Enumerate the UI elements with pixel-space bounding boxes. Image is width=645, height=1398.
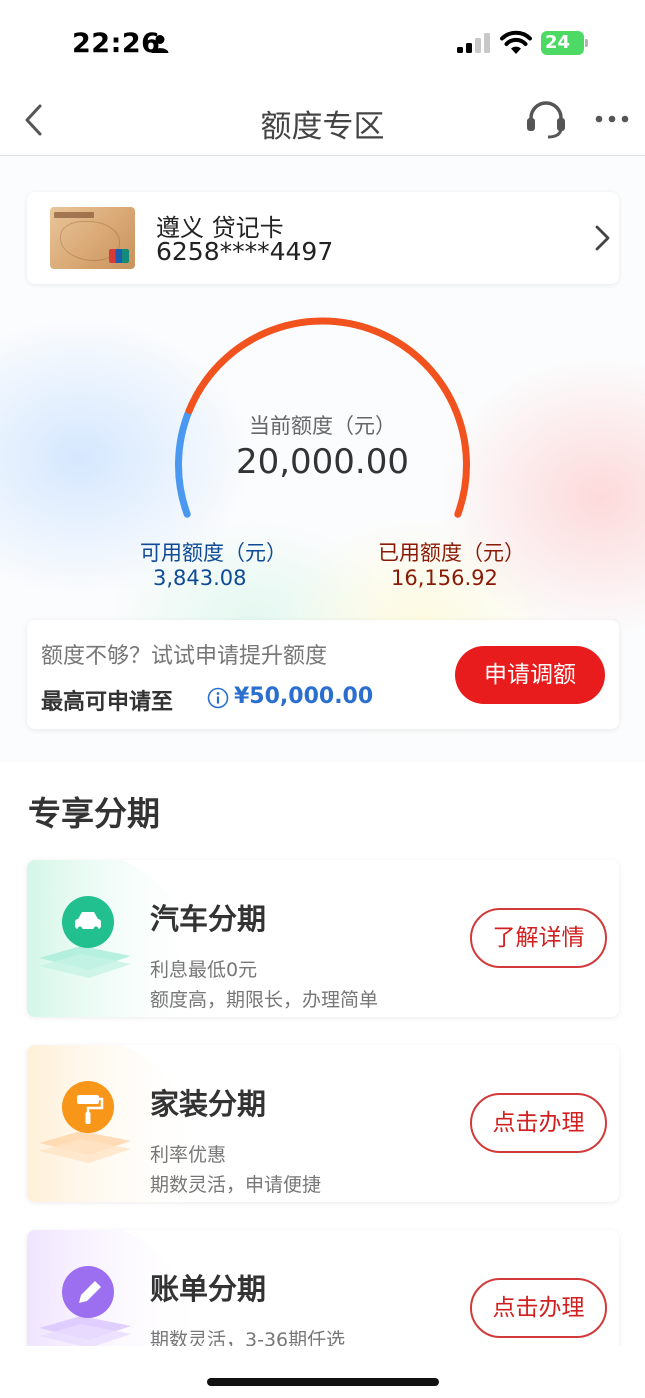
installment-desc-2: 额度高，期限长，办理简单 (150, 989, 379, 1011)
bottom-safe-area (0, 1346, 645, 1398)
section-title: 专享分期 (28, 794, 160, 833)
installment-title: 账单分期 (150, 1272, 267, 1306)
chevron-right-icon (595, 225, 610, 251)
max-apply-amount: ¥50,000.00 (234, 684, 374, 709)
used-limit-label: 已用额度（元） (378, 541, 525, 565)
more-options-icon[interactable] (594, 114, 630, 124)
installment-desc-1: 利息最低0元 (150, 959, 258, 981)
card-selector[interactable]: 遵义 贷记卡 6258****4497 (27, 192, 619, 284)
nav-bar: 额度专区 (0, 88, 645, 156)
unionpay-logo (109, 249, 129, 263)
max-apply-label: 最高可申请至 (41, 690, 174, 715)
customer-service-icon[interactable] (524, 98, 568, 142)
card-number: 6258****4497 (156, 237, 334, 266)
wifi-icon (500, 30, 532, 54)
used-limit-value: 16,156.92 (391, 566, 498, 590)
pencil-icon (39, 1266, 131, 1348)
available-limit-label: 可用额度（元） (140, 541, 287, 565)
apply-now-button[interactable]: 点击办理 (470, 1093, 607, 1153)
available-limit-value: 3,843.08 (153, 566, 247, 590)
learn-more-button[interactable]: 了解详情 (470, 908, 607, 968)
paint-roller-icon (39, 1081, 131, 1163)
person-icon (151, 35, 169, 53)
installment-card-car[interactable]: 汽车分期 利息最低0元 额度高，期限长，办理简单 了解详情 (27, 860, 619, 1017)
limit-increase-card: 额度不够？试试申请提升额度 最高可申请至 ¥50,000.00 申请调额 (27, 620, 619, 729)
installment-title: 家装分期 (150, 1087, 267, 1121)
apply-now-button[interactable]: 点击办理 (470, 1278, 607, 1338)
card-thumbnail (50, 207, 135, 269)
status-bar: 22:26 24 (0, 0, 645, 88)
home-indicator[interactable] (207, 1378, 439, 1386)
current-limit-value: 20,000.00 (235, 442, 410, 482)
status-time: 22:26 (72, 28, 161, 59)
cellular-signal-icon (457, 33, 490, 53)
installment-title: 汽车分期 (150, 902, 267, 936)
limit-hint-text: 额度不够？试试申请提升额度 (41, 644, 328, 669)
installment-card-home-decor[interactable]: 家装分期 利率优惠 期数灵活，申请便捷 点击办理 (27, 1045, 619, 1202)
installment-desc-1: 利率优惠 (150, 1144, 227, 1166)
info-icon[interactable] (207, 687, 229, 709)
car-icon (39, 896, 131, 978)
apply-adjust-limit-button[interactable]: 申请调额 (455, 646, 605, 704)
battery-level: 24 (545, 32, 571, 53)
current-limit-label: 当前额度（元） (249, 414, 396, 438)
battery-icon: 24 (541, 31, 589, 55)
installment-desc-2: 期数灵活，申请便捷 (150, 1174, 322, 1196)
